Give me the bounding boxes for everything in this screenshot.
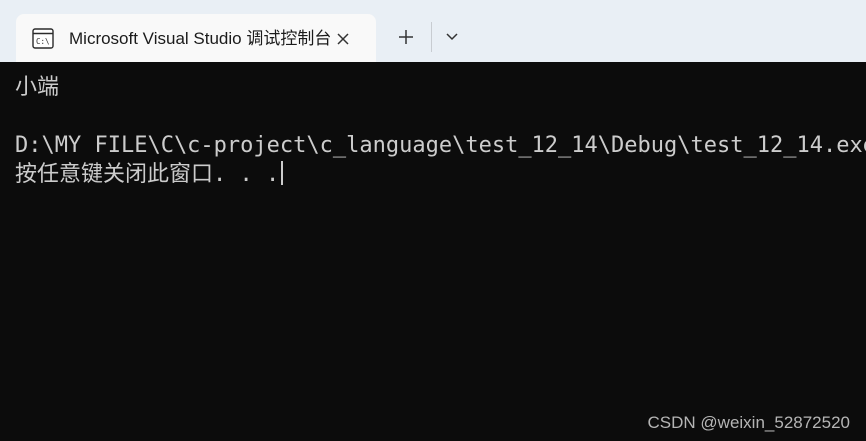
tab-bar: C:\ Microsoft Visual Studio 调试控制台 (0, 0, 866, 62)
console-line: 小端 (15, 75, 60, 100)
text-cursor (281, 161, 284, 185)
watermark: CSDN @weixin_52872520 (647, 413, 850, 432)
chevron-down-icon (446, 33, 458, 41)
new-tab-button[interactable] (392, 24, 420, 50)
tab-title: Microsoft Visual Studio 调试控制台 (69, 29, 331, 48)
tab-dropdown-button[interactable] (440, 24, 464, 50)
console-output[interactable]: 小端 D:\MY FILE\C\c-project\c_language\tes… (0, 62, 866, 441)
console-icon: C:\ (32, 28, 54, 49)
tab-active[interactable]: C:\ Microsoft Visual Studio 调试控制台 (16, 14, 376, 62)
close-tab-button[interactable] (330, 26, 356, 52)
plus-icon (399, 30, 413, 44)
svg-text:C:\: C:\ (36, 37, 50, 46)
tab-separator (431, 22, 432, 52)
close-icon (337, 33, 349, 45)
console-line: D:\MY FILE\C\c-project\c_language\test_1… (15, 133, 866, 158)
console-line-text: 按任意键关闭此窗口. . . (15, 162, 280, 187)
console-line-prompt: 按任意键关闭此窗口. . . (15, 161, 284, 189)
